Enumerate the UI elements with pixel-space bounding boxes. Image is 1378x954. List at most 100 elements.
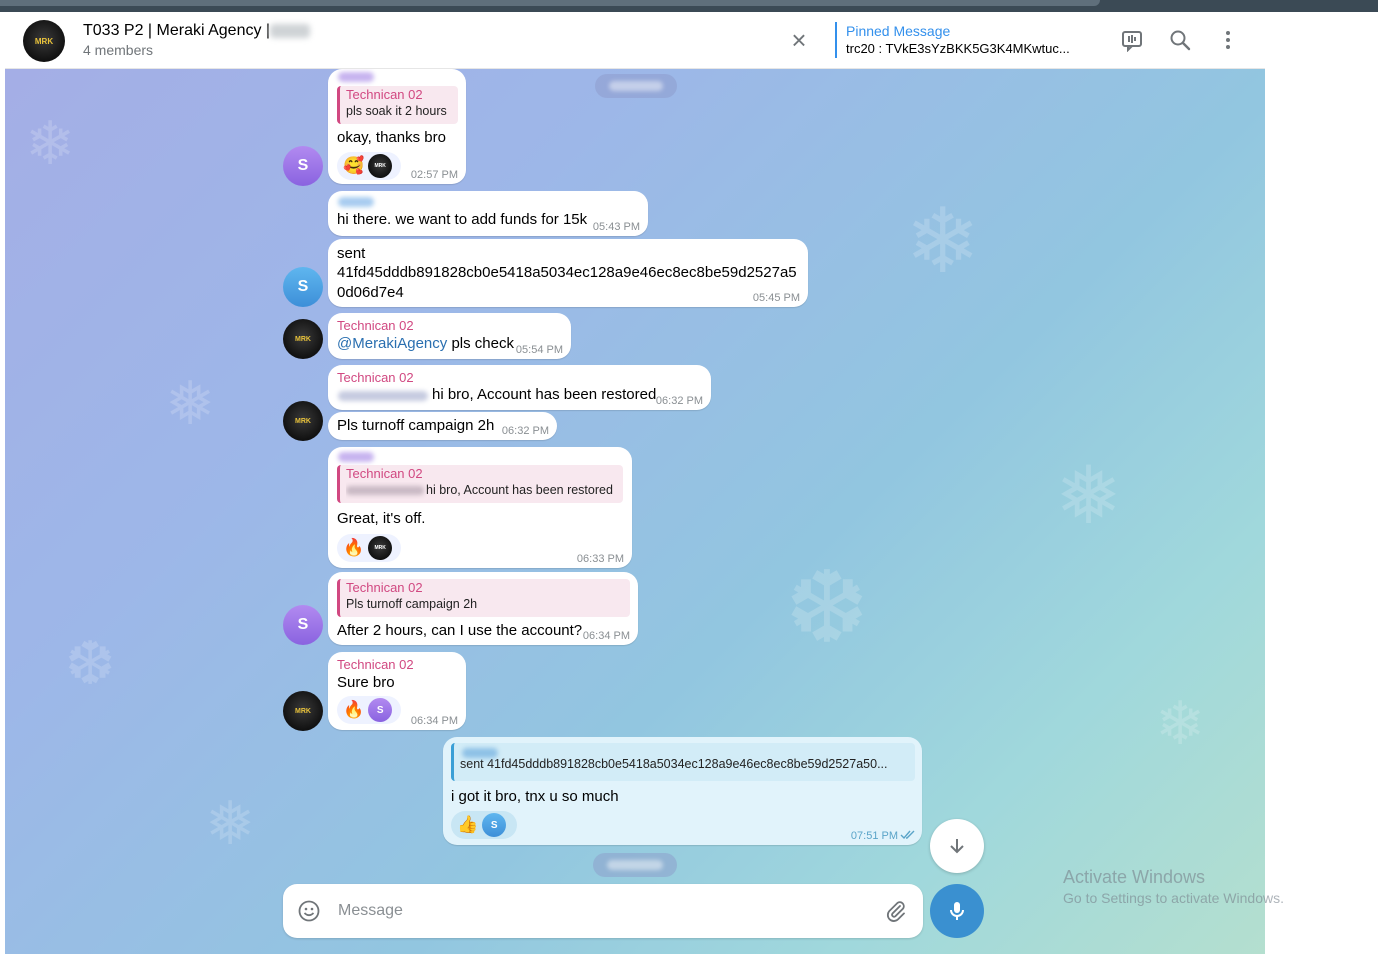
message-bubble[interactable]: Pls turnoff campaign 2h 06:32 PM: [328, 412, 557, 440]
date-separator: [593, 853, 677, 877]
chat-title-redacted: [270, 24, 310, 38]
message-bubble[interactable]: Technican 02 Pls turnoff campaign 2h Aft…: [328, 572, 638, 645]
reactor-avatar: MRK: [368, 154, 393, 178]
message-time: 06:32 PM: [501, 425, 549, 437]
reply-quote[interactable]: Technican 02 pls soak it 2 hours: [337, 86, 458, 124]
microphone-icon: [950, 902, 964, 920]
attach-icon[interactable]: [884, 899, 908, 923]
message-bubble[interactable]: Technican 02 hi bro, Account has been re…: [328, 365, 711, 410]
pinned-message-bar[interactable]: Pinned Message trc20 : TVkE3sYzBKK5G3K4M…: [835, 22, 1095, 58]
message-time: 06:34 PM: [410, 715, 458, 727]
windows-activation-watermark: Activate Windows Go to Settings to activ…: [1063, 866, 1284, 908]
mention-redacted: [338, 391, 428, 401]
sender-name[interactable]: Technican 02: [337, 318, 414, 333]
arrow-down-icon: [950, 839, 964, 854]
reply-text: Pls turnoff campaign 2h: [346, 597, 478, 611]
message-time: 05:43 PM: [592, 221, 640, 233]
reply-text: hi bro, Account has been restored: [426, 483, 613, 497]
emoji-icon[interactable]: [297, 899, 321, 923]
pinned-message-label: Pinned Message: [846, 23, 951, 39]
avatar-initial: S: [297, 157, 309, 174]
sender-avatar[interactable]: MRK: [283, 319, 323, 359]
reaction-emoji: 👍: [457, 815, 479, 834]
reaction-emoji: 🔥: [343, 538, 365, 557]
reactor-avatar: MRK: [368, 536, 393, 560]
reaction-bar[interactable]: 🔥 MRK: [337, 534, 401, 562]
reaction-bar[interactable]: 🥰 MRK: [337, 152, 401, 180]
message-bubble[interactable]: Technican 02 @MerakiAgency pls check 05:…: [328, 313, 571, 359]
snowflake-pattern-icon: ❆: [65, 630, 116, 697]
reply-text: pls soak it 2 hours: [346, 104, 447, 118]
sender-name-redacted: [338, 452, 374, 462]
message-text-line: 41fd45dddb891828cb0e5418a5034ec128a9e46e…: [337, 264, 797, 281]
sender-avatar[interactable]: MRK: [283, 401, 323, 441]
browser-top-strip: [0, 0, 1378, 12]
reply-quote[interactable]: Technican 02 Pls turnoff campaign 2h: [337, 579, 630, 617]
group-avatar-text: MRK: [34, 36, 54, 46]
snowflake-pattern-icon: ❄: [1155, 690, 1206, 757]
live-stream-icon[interactable]: [1120, 28, 1144, 52]
sender-name[interactable]: Technican 02: [337, 370, 414, 385]
message-time: 07:51 PM: [850, 830, 898, 842]
chat-title[interactable]: T033 P2 | Meraki Agency |: [83, 22, 270, 40]
date-separator: [595, 74, 677, 98]
reactor-avatar: S: [482, 813, 507, 837]
reply-sender: Technican 02: [346, 580, 423, 595]
message-text: Great, it's off.: [337, 510, 426, 527]
reaction-emoji: 🔥: [343, 700, 365, 719]
message-text-line: sent: [337, 245, 366, 262]
message-time: 02:57 PM: [410, 169, 458, 181]
sender-name-redacted: [338, 72, 374, 82]
reaction-emoji: 🥰: [343, 156, 365, 175]
reply-quote[interactable]: Technican 02 hi bro, Account has been re…: [337, 465, 623, 503]
sender-avatar[interactable]: MRK: [283, 691, 323, 731]
message-text: Pls turnoff campaign 2h: [337, 417, 495, 434]
more-options-icon[interactable]: [1216, 28, 1240, 52]
close-pinned-icon[interactable]: ×: [787, 27, 811, 53]
sender-name-redacted: [338, 197, 374, 207]
chat-background: ❄ ❅ ❆ ❄ ❅ ❆ ❄ ❅ Technican 02 pls soak it…: [5, 69, 1265, 954]
message-input[interactable]: Message: [338, 902, 403, 920]
reactor-initial: S: [490, 819, 498, 831]
reactor-avatar: S: [368, 698, 393, 722]
reaction-bar[interactable]: 🔥 S: [337, 696, 401, 724]
chat-member-count: 4 members: [83, 42, 154, 58]
message-time: 05:54 PM: [515, 344, 563, 356]
message-bubble[interactable]: Technican 02 Sure bro 🔥 S 06:34 PM: [328, 652, 466, 730]
reaction-bar[interactable]: 👍 S: [451, 811, 517, 839]
sender-avatar[interactable]: S: [283, 146, 323, 186]
message-text: Sure bro: [337, 674, 395, 691]
message-bubble[interactable]: Technican 02 hi bro, Account has been re…: [328, 447, 632, 568]
reply-sender-redacted: [462, 748, 498, 758]
voice-record-button[interactable]: [930, 884, 984, 938]
scroll-to-bottom-button[interactable]: [930, 819, 984, 873]
chat-header: MRK T033 P2 | Meraki Agency | 4 members …: [5, 12, 1265, 69]
message-time: 06:33 PM: [576, 553, 624, 565]
reactor-initial: S: [376, 704, 384, 716]
message-text: i got it bro, tnx u so much: [451, 788, 619, 805]
mention-link[interactable]: @MerakiAgency: [337, 335, 447, 352]
group-avatar[interactable]: MRK: [23, 20, 65, 62]
message-bubble[interactable]: Technican 02 pls soak it 2 hours okay, t…: [328, 69, 466, 184]
search-icon[interactable]: [1168, 28, 1192, 52]
sender-avatar[interactable]: S: [283, 267, 323, 307]
message-text: After 2 hours, can I use the account?: [337, 622, 583, 639]
date-separator-redacted: [609, 81, 663, 91]
message-bubble[interactable]: sent 41fd45dddb891828cb0e5418a5034ec128a…: [328, 239, 808, 307]
reply-quote[interactable]: sent 41fd45dddb891828cb0e5418a5034ec128a…: [451, 743, 915, 781]
telegram-app: MRK T033 P2 | Meraki Agency | 4 members …: [5, 12, 1265, 954]
message-bubble[interactable]: hi there. we want to add funds for 15k 0…: [328, 191, 648, 236]
sender-avatar[interactable]: S: [283, 605, 323, 645]
message-time: 05:45 PM: [752, 292, 800, 304]
snowflake-pattern-icon: ❆: [785, 552, 869, 664]
avatar-initial: S: [297, 278, 309, 295]
watermark-title: Activate Windows: [1063, 867, 1206, 887]
message-text: hi bro, Account has been restored: [432, 386, 657, 403]
message-composer: Message: [283, 884, 923, 938]
watermark-subtitle: Go to Settings to activate Windows.: [1063, 890, 1284, 906]
outgoing-message-bubble[interactable]: sent 41fd45dddb891828cb0e5418a5034ec128a…: [443, 737, 922, 845]
snowflake-pattern-icon: ❄: [25, 110, 76, 177]
reply-mention-redacted: [346, 486, 424, 496]
sender-name[interactable]: Technican 02: [337, 657, 414, 672]
snowflake-pattern-icon: ❄: [905, 192, 981, 292]
